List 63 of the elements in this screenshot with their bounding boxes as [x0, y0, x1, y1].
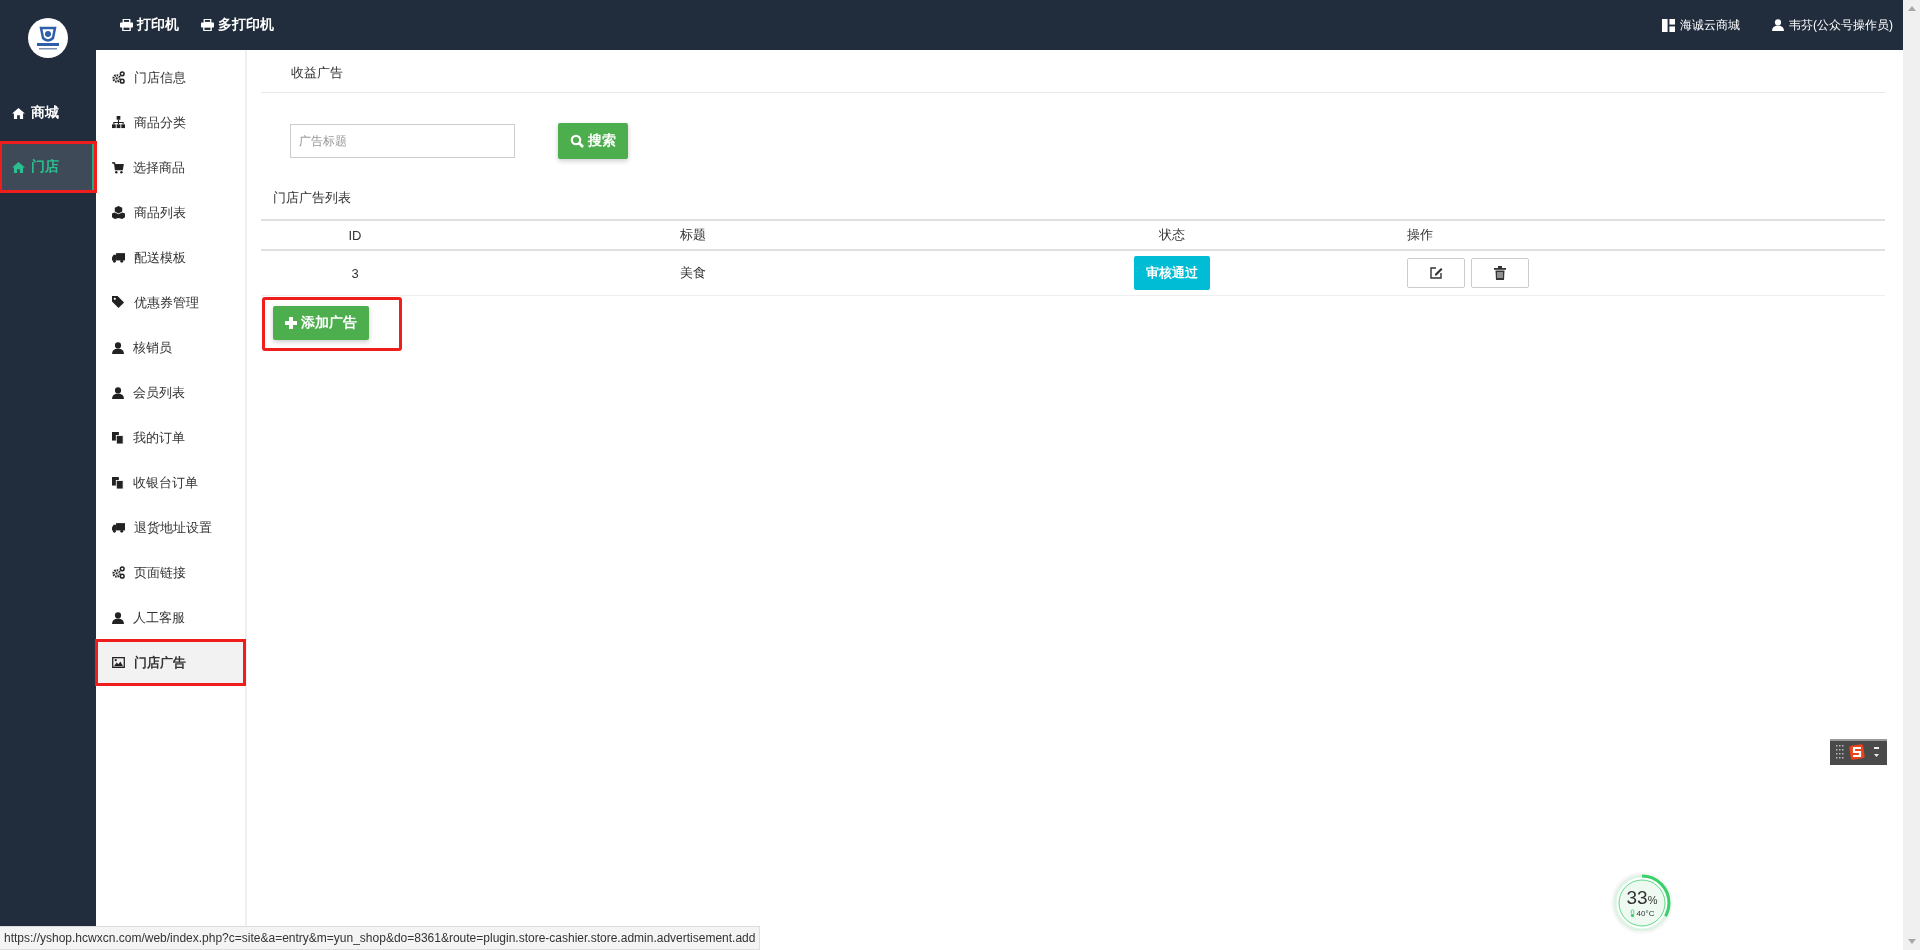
printer-icon — [120, 19, 133, 31]
menu-item[interactable]: 我的订单 — [96, 415, 245, 460]
menu-item[interactable]: 人工客服 — [96, 595, 245, 640]
truck-icon — [112, 522, 125, 533]
search-icon — [570, 134, 584, 148]
menu-item[interactable]: 配送模板 — [96, 235, 245, 280]
status-url: https://yshop.hcwxcn.com/web/index.php?c=site&a=entry&m=yun_shop&do=8361&route=plugin.store-cashier.store.admin.advertisement.add — [0, 926, 761, 950]
edit-icon — [1429, 266, 1443, 280]
truck-icon — [112, 252, 125, 263]
sitemap-icon — [112, 116, 125, 129]
home-icon — [12, 107, 25, 119]
trash-icon — [1494, 266, 1506, 280]
menu-item[interactable]: 页面链接 — [96, 550, 245, 595]
user-icon — [112, 611, 124, 624]
menu-item[interactable]: 选择商品 — [96, 145, 245, 190]
menu-item[interactable]: 商品列表 — [96, 190, 245, 235]
grid-icon — [1662, 18, 1675, 32]
printer-icon — [201, 19, 214, 31]
gears-icon — [112, 566, 125, 579]
thermometer-icon — [1629, 909, 1635, 918]
top-link[interactable]: 多打印机 — [201, 16, 274, 34]
top-link[interactable]: 打印机 — [120, 16, 179, 34]
menu-item[interactable]: 退货地址设置 — [96, 505, 245, 550]
cpu-monitor[interactable]: 33% 40°C — [1610, 871, 1674, 935]
image-icon — [112, 657, 125, 668]
page-title: 收益广告 — [291, 65, 343, 80]
ime-toolbar[interactable] — [1830, 739, 1887, 765]
column-header: 标题 — [680, 226, 706, 244]
copy-icon — [112, 431, 124, 444]
menu-item[interactable]: 商品分类 — [96, 100, 245, 145]
table-cell: 3 — [351, 265, 359, 281]
menu-item[interactable]: 优惠券管理 — [96, 280, 245, 325]
cpu-percent: 33% — [1626, 888, 1658, 907]
column-header: 状态 — [1159, 226, 1185, 244]
column-header: ID — [348, 227, 362, 243]
menu-item[interactable]: 门店信息 — [96, 55, 245, 100]
table-cell: 美食 — [680, 265, 706, 280]
tag-icon — [112, 296, 125, 309]
section-title: 门店广告列表 — [272, 189, 352, 207]
nav-item[interactable]: 商城 — [0, 88, 96, 138]
user-icon — [112, 341, 124, 354]
column-header: 操作 — [1407, 226, 1433, 244]
logo-icon[interactable] — [28, 18, 68, 58]
menu-item[interactable]: 门店广告 — [96, 640, 245, 685]
search-field[interactable]: 广告标题 — [290, 124, 515, 158]
nav-item[interactable]: 门店 — [0, 142, 96, 192]
gears-icon — [112, 71, 125, 84]
menu-item[interactable]: 核销员 — [96, 325, 245, 370]
status-badge: 审核通过 — [1134, 256, 1210, 290]
plus-icon — [285, 317, 297, 329]
top-link[interactable]: 海诚云商城 — [1662, 16, 1740, 34]
copy-icon — [112, 476, 124, 489]
edit-button[interactable] — [1407, 258, 1465, 288]
menu-item[interactable]: 会员列表 — [96, 370, 245, 415]
user-icon — [1772, 19, 1784, 31]
user-icon — [112, 386, 124, 399]
top-link[interactable]: 韦芬(公众号操作员) — [1772, 16, 1893, 34]
cubes-icon — [112, 206, 125, 219]
menu-item[interactable]: 收银台订单 — [96, 460, 245, 505]
delete-button[interactable] — [1471, 258, 1529, 288]
home-icon — [12, 161, 25, 173]
temperature-reading: 40°C — [1636, 909, 1655, 918]
cart-icon — [112, 161, 124, 174]
